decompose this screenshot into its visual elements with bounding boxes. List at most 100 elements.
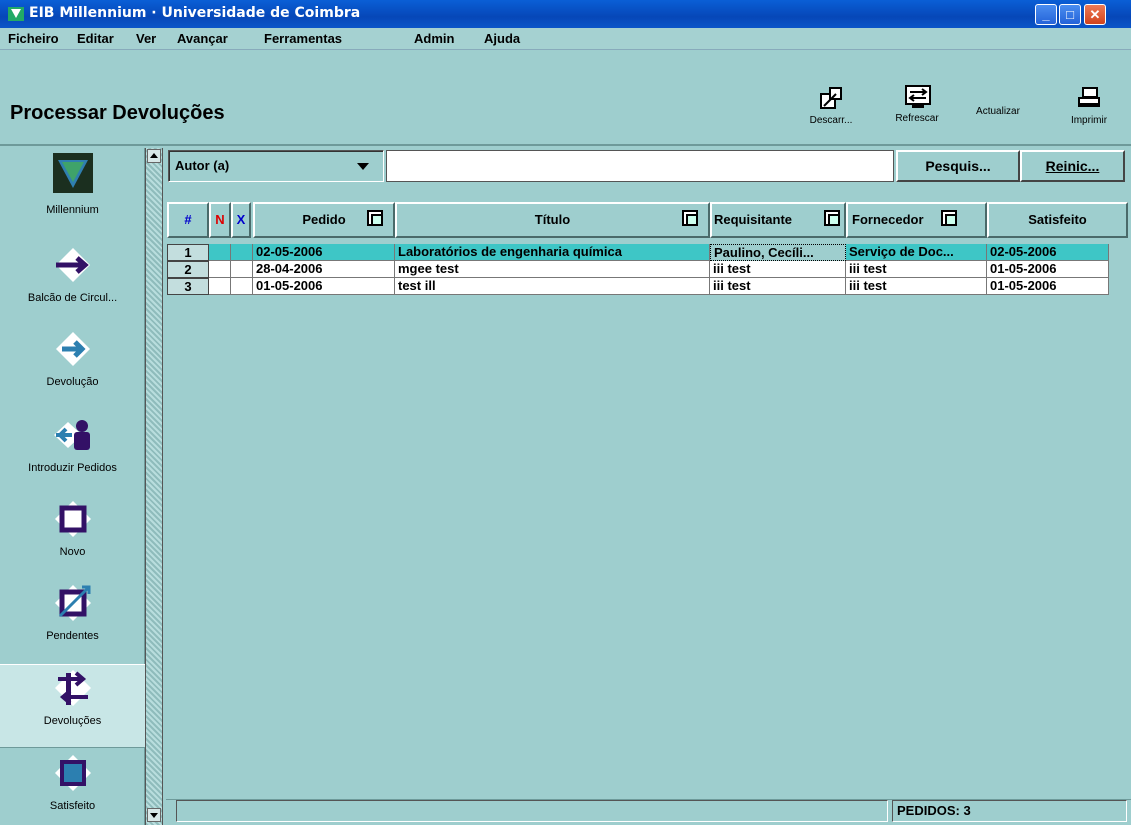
- sidebar-item-pendentes[interactable]: Pendentes: [0, 582, 145, 662]
- search-input[interactable]: [386, 150, 894, 182]
- search-field-select[interactable]: Autor (a): [168, 150, 384, 182]
- scroll-up-arrow[interactable]: [147, 149, 161, 163]
- menu-ver[interactable]: Ver: [136, 31, 156, 46]
- request-count: PEDIDOS: 3: [892, 800, 1127, 822]
- column-header-label: Fornecedor: [852, 212, 924, 227]
- row-fornecedor: iii test: [846, 278, 987, 295]
- sidebar-item-devolucao[interactable]: Devolução: [0, 328, 145, 408]
- row-fornecedor: Serviço de Doc...: [846, 244, 987, 261]
- update-label: Actualizar: [976, 106, 1020, 117]
- sidebar: Millennium Balcão de Circul... Devolução: [0, 148, 145, 825]
- sidebar-item-balcao[interactable]: Balcão de Circul...: [0, 244, 145, 324]
- column-header-pedido[interactable]: Pedido: [253, 202, 395, 238]
- row-titulo: mgee test: [395, 261, 710, 278]
- row-x-cell[interactable]: [231, 278, 253, 295]
- app-icon[interactable]: [8, 7, 24, 21]
- menu-ficheiro[interactable]: Ficheiro: [8, 31, 59, 46]
- row-requisitante: iii test: [710, 261, 846, 278]
- arrow-right-icon: [52, 244, 94, 286]
- chevron-down-icon: [357, 163, 369, 170]
- sidebar-item-satisfeito[interactable]: Satisfeito: [0, 752, 145, 825]
- print-label: Imprimir: [1070, 115, 1108, 126]
- sidebar-scrollbar[interactable]: [145, 148, 163, 825]
- column-header-x[interactable]: X: [231, 202, 251, 238]
- search-button[interactable]: Pesquis...: [896, 150, 1020, 182]
- minimize-button[interactable]: _: [1035, 4, 1057, 25]
- row-fornecedor: iii test: [846, 261, 987, 278]
- column-chooser-icon[interactable]: [824, 210, 840, 226]
- row-x-cell[interactable]: [231, 261, 253, 278]
- row-n-cell[interactable]: [209, 244, 231, 261]
- window-title: EIB Millennium · Universidade de Coimbra: [29, 5, 361, 21]
- sidebar-item-label: Millennium: [46, 204, 99, 216]
- column-header-index[interactable]: #: [167, 202, 209, 238]
- row-satisfeito: 01-05-2006: [987, 261, 1109, 278]
- title-bar[interactable]: EIB Millennium · Universidade de Coimbra…: [0, 0, 1131, 28]
- column-header-fornecedor[interactable]: Fornecedor: [846, 202, 987, 238]
- discard-label: Descarr...: [809, 115, 853, 126]
- column-header-satisfeito[interactable]: Satisfeito: [987, 202, 1128, 238]
- new-square-icon: [52, 498, 94, 540]
- row-x-cell[interactable]: [231, 244, 253, 261]
- column-header-n[interactable]: N: [209, 202, 231, 238]
- sidebar-item-devolucoes[interactable]: Devoluções: [0, 664, 145, 748]
- row-index: 1: [167, 244, 209, 261]
- column-header-requisitante[interactable]: Requisitante: [710, 202, 846, 238]
- satisfied-square-icon: [52, 752, 94, 794]
- search-field-value: Autor (a): [175, 158, 230, 173]
- column-header-label: Pedido: [302, 212, 346, 227]
- row-satisfeito: 02-05-2006: [987, 244, 1109, 261]
- row-pedido: 01-05-2006: [253, 278, 395, 295]
- discard-icon: [818, 86, 844, 112]
- row-pedido: 28-04-2006: [253, 261, 395, 278]
- sidebar-item-novo[interactable]: Novo: [0, 498, 145, 578]
- table-row[interactable]: 2 28-04-2006 mgee test iii test iii test…: [167, 261, 1109, 278]
- table-header: # N X Pedido Título Requisitante Fornece…: [167, 202, 1128, 238]
- row-n-cell[interactable]: [209, 278, 231, 295]
- sidebar-item-label: Devolução: [46, 376, 99, 388]
- menu-ferramentas[interactable]: Ferramentas: [264, 31, 342, 46]
- sidebar-item-introduzir-pedidos[interactable]: Introduzir Pedidos: [0, 414, 145, 494]
- sidebar-item-label: Satisfeito: [49, 800, 96, 812]
- sidebar-item-label: Balcão de Circul...: [27, 292, 118, 304]
- column-chooser-icon[interactable]: [367, 210, 383, 226]
- menu-admin[interactable]: Admin: [414, 31, 454, 46]
- print-tool-button[interactable]: Imprimir: [1056, 86, 1122, 126]
- page-header: Processar Devoluções Descarr... Refresca…: [0, 50, 1131, 146]
- search-bar: Autor (a) Pesquis... Reinic...: [166, 150, 1131, 186]
- table-row[interactable]: 1 02-05-2006 Laboratórios de engenharia …: [167, 244, 1109, 261]
- sidebar-item-millennium[interactable]: Millennium: [0, 152, 145, 234]
- discard-tool-button[interactable]: Descarr...: [798, 86, 864, 126]
- scroll-down-arrow[interactable]: [147, 808, 161, 822]
- table-row[interactable]: 3 01-05-2006 test ill iii test iii test …: [167, 278, 1109, 295]
- status-bar: PEDIDOS: 3: [166, 799, 1131, 825]
- column-chooser-icon[interactable]: [941, 210, 957, 226]
- millennium-logo-icon: [52, 152, 94, 194]
- close-button[interactable]: ✕: [1084, 4, 1106, 25]
- return-arrow-icon: [52, 328, 94, 370]
- row-requisitante: iii test: [710, 278, 846, 295]
- sidebar-item-label: Pendentes: [46, 630, 99, 642]
- pending-square-icon: [52, 582, 94, 624]
- row-index: 3: [167, 278, 209, 295]
- application-window: EIB Millennium · Universidade de Coimbra…: [0, 0, 1131, 825]
- menu-ajuda[interactable]: Ajuda: [484, 31, 520, 46]
- refresh-label: Refrescar: [895, 113, 939, 124]
- row-n-cell[interactable]: [209, 261, 231, 278]
- maximize-button[interactable]: □: [1059, 4, 1081, 25]
- column-header-titulo[interactable]: Título: [395, 202, 710, 238]
- status-message: [176, 800, 888, 822]
- refresh-tool-button[interactable]: Refrescar: [884, 84, 950, 124]
- returns-arrows-icon: [52, 667, 94, 709]
- update-tool-button[interactable]: Actualizar: [966, 106, 1030, 117]
- reset-button[interactable]: Reinic...: [1020, 150, 1125, 182]
- page-title: Processar Devoluções: [10, 102, 225, 124]
- menu-avancar[interactable]: Avançar: [177, 31, 228, 46]
- column-header-label: Requisitante: [714, 212, 793, 227]
- row-titulo: Laboratórios de engenharia química: [395, 244, 710, 261]
- sidebar-item-label: Novo: [59, 546, 86, 558]
- column-chooser-icon[interactable]: [682, 210, 698, 226]
- menu-editar[interactable]: Editar: [77, 31, 114, 46]
- sidebar-item-label: Devoluções: [43, 715, 102, 727]
- row-requisitante[interactable]: Paulino, Cecíli...: [710, 244, 846, 261]
